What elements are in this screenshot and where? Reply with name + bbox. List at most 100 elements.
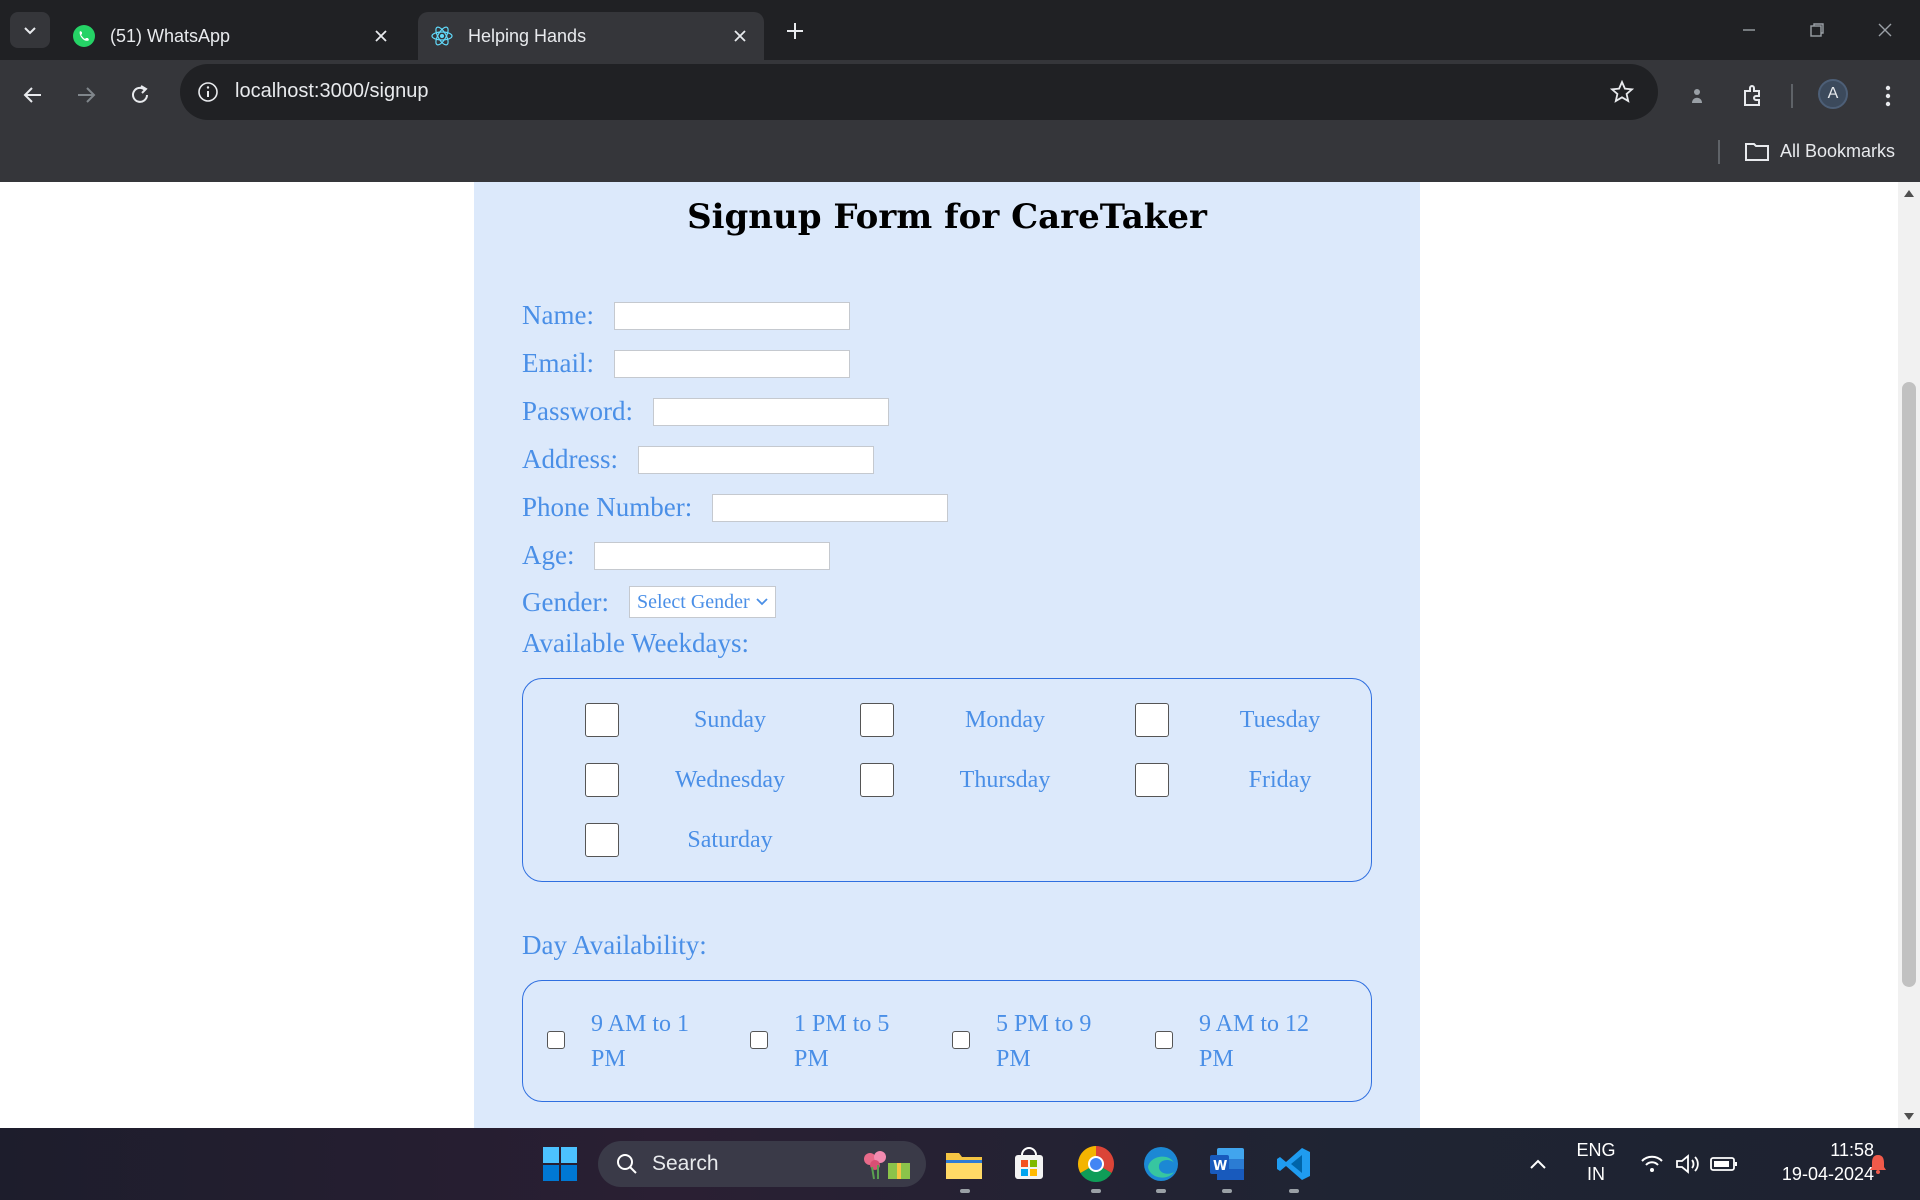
close-window-button[interactable]: [1860, 8, 1910, 52]
reload-button[interactable]: [120, 75, 160, 115]
windows-start-icon[interactable]: [538, 1142, 582, 1186]
edge-icon[interactable]: [1139, 1142, 1183, 1186]
language-indicator[interactable]: ENG IN: [1570, 1138, 1622, 1186]
extensions-puzzle-icon[interactable]: [1735, 78, 1771, 114]
email-label: Email:: [522, 348, 594, 378]
thursday-checkbox[interactable]: [860, 763, 894, 797]
signup-form-card: Signup Form for CareTaker Name: Email: P…: [474, 182, 1420, 1128]
menu-kebab-icon[interactable]: [1870, 78, 1906, 114]
tab-search-button[interactable]: [10, 12, 50, 48]
time-slot-checkbox[interactable]: [952, 1031, 970, 1049]
time-slot-item[interactable]: 9 AM to 1 PM: [547, 1007, 737, 1077]
age-label: Age:: [522, 540, 575, 570]
file-explorer-icon[interactable]: [942, 1142, 986, 1186]
site-info-icon[interactable]: [194, 78, 222, 106]
tab-helping-hands[interactable]: Helping Hands: [418, 12, 764, 60]
address-bar[interactable]: localhost:3000/signup: [180, 64, 1658, 120]
tab-title: Helping Hands: [468, 25, 587, 46]
bookmarks-divider: [1718, 140, 1720, 164]
running-indicator: [1091, 1189, 1101, 1193]
day-availability-group: 9 AM to 1 PM 1 PM to 5 PM 5 PM to 9 PM 9…: [522, 980, 1372, 1102]
page-scrollbar[interactable]: [1898, 182, 1920, 1128]
weekday-item-monday[interactable]: Monday: [860, 703, 1045, 737]
weekday-label: Tuesday: [1239, 706, 1321, 733]
time-slot-label: 5 PM to 9 PM: [996, 1011, 1092, 1072]
password-input[interactable]: [653, 397, 890, 426]
time-slot-item[interactable]: 1 PM to 5 PM: [750, 1007, 940, 1077]
arrow-left-icon: [23, 87, 41, 103]
chevron-down-icon: [755, 597, 769, 607]
weekday-label: Friday: [1248, 766, 1312, 793]
phone-input[interactable]: [712, 493, 949, 522]
show-hidden-icons-chevron[interactable]: [1516, 1142, 1560, 1186]
email-field-row: Email:: [522, 348, 850, 379]
scrollbar-thumb[interactable]: [1902, 382, 1916, 987]
profile-avatar[interactable]: A: [1818, 79, 1848, 109]
time-slot-checkbox[interactable]: [750, 1031, 768, 1049]
minimize-button[interactable]: [1724, 8, 1774, 52]
password-field-row: Password:: [522, 396, 890, 427]
address-label: Address:: [522, 444, 618, 474]
close-tab-icon[interactable]: [367, 22, 395, 50]
sunday-checkbox[interactable]: [585, 703, 619, 737]
time-slot-item[interactable]: 9 AM to 12 PM: [1155, 1007, 1345, 1077]
clock[interactable]: 11:58 19-04-2024: [1746, 1138, 1874, 1186]
tab-title: (51) WhatsApp: [110, 25, 231, 46]
microsoft-store-icon[interactable]: [1007, 1142, 1051, 1186]
gender-select[interactable]: Select Gender: [628, 586, 776, 618]
battery-icon[interactable]: [1702, 1142, 1746, 1186]
taskbar-search-box[interactable]: Search: [598, 1141, 926, 1187]
extension-icon[interactable]: [1679, 78, 1715, 114]
weekday-item-tuesday[interactable]: Tuesday: [1135, 703, 1320, 737]
notification-bell-icon[interactable]: [1856, 1142, 1900, 1186]
time-slot-item[interactable]: 5 PM to 9 PM: [952, 1007, 1142, 1077]
saturday-checkbox[interactable]: [585, 823, 619, 857]
restore-button[interactable]: [1792, 8, 1842, 52]
forward-button[interactable]: [66, 75, 106, 115]
close-tab-icon[interactable]: [726, 22, 754, 50]
page-title: Signup Form for CareTaker: [687, 197, 1207, 237]
svg-text:W: W: [1213, 1159, 1227, 1174]
tuesday-checkbox[interactable]: [1135, 703, 1169, 737]
time-slot-label: 1 PM to 5 PM: [794, 1011, 890, 1072]
monday-checkbox[interactable]: [860, 703, 894, 737]
running-indicator: [1289, 1189, 1299, 1193]
weekday-label: Saturday: [687, 826, 773, 853]
vscode-icon[interactable]: [1272, 1142, 1316, 1186]
new-tab-button[interactable]: [778, 14, 812, 48]
language-code: ENG: [1576, 1140, 1616, 1160]
time-slot-checkbox[interactable]: [547, 1031, 565, 1049]
address-input[interactable]: [638, 445, 874, 474]
minimize-icon: [1743, 29, 1755, 31]
age-input[interactable]: [594, 541, 831, 570]
address-field-row: Address:: [522, 444, 874, 475]
weekday-item-friday[interactable]: Friday: [1135, 763, 1311, 797]
weekday-item-thursday[interactable]: Thursday: [860, 763, 1050, 797]
email-input[interactable]: [613, 349, 850, 378]
weekday-item-sunday[interactable]: Sunday: [585, 703, 766, 737]
bookmark-star-icon[interactable]: [1608, 78, 1636, 106]
back-button[interactable]: [13, 75, 53, 115]
weekdays-group: Sunday Monday Tuesday Wednesday Thursday…: [522, 678, 1372, 882]
chrome-icon[interactable]: [1074, 1142, 1118, 1186]
password-label: Password:: [522, 396, 634, 426]
all-bookmarks-button[interactable]: All Bookmarks: [1744, 136, 1895, 166]
react-icon: [430, 24, 454, 48]
name-label: Name:: [522, 300, 594, 330]
scroll-down-arrow-icon[interactable]: [1898, 1110, 1920, 1124]
wednesday-checkbox[interactable]: [585, 763, 619, 797]
weekday-item-saturday[interactable]: Saturday: [585, 823, 773, 857]
phone-field-row: Phone Number:: [522, 492, 949, 523]
word-icon[interactable]: W: [1205, 1142, 1249, 1186]
weekday-label: Thursday: [959, 766, 1051, 793]
clock-time: 11:58: [1830, 1140, 1874, 1160]
weekdays-heading: Available Weekdays:: [522, 628, 749, 658]
scroll-up-arrow-icon[interactable]: [1898, 186, 1920, 200]
tab-whatsapp[interactable]: (51) WhatsApp: [60, 12, 405, 60]
gender-selected-value: Select Gender: [636, 590, 750, 613]
name-input[interactable]: [613, 301, 850, 330]
weekday-item-wednesday[interactable]: Wednesday: [585, 763, 785, 797]
region-code: IN: [1587, 1164, 1605, 1184]
time-slot-checkbox[interactable]: [1155, 1031, 1173, 1049]
friday-checkbox[interactable]: [1135, 763, 1169, 797]
